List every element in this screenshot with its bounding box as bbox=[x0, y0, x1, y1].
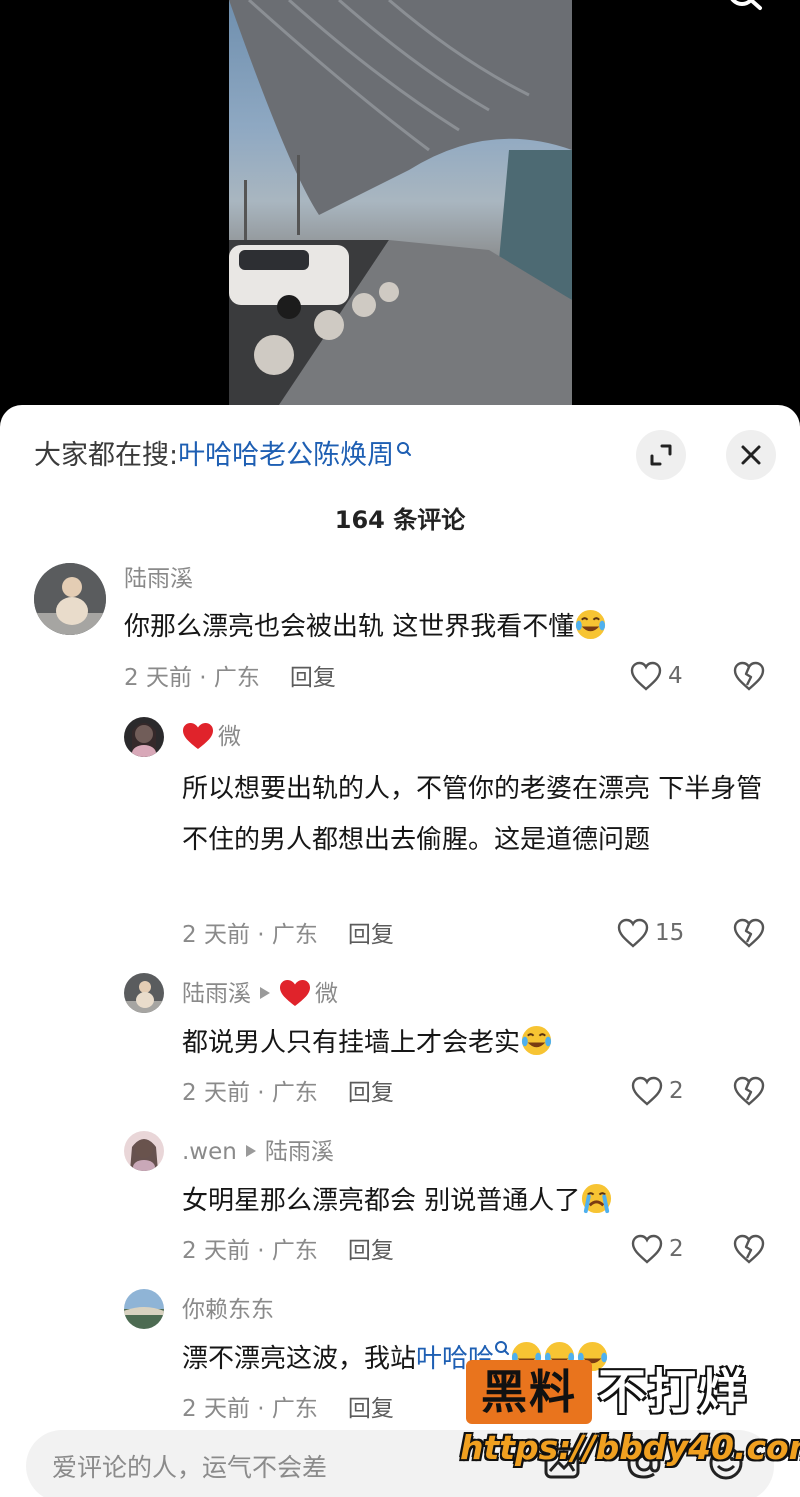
comment-text-body: 你那么漂亮也会被出轨 这世界我看不懂 bbox=[124, 612, 575, 642]
watermark-badge: 黑料 bbox=[466, 1360, 592, 1424]
crying-emoji bbox=[582, 1183, 612, 1214]
search-icon bbox=[397, 442, 412, 456]
comment-count: 164 条评论 bbox=[334, 506, 466, 534]
expand-icon bbox=[650, 444, 672, 466]
comment-username[interactable]: 微 bbox=[182, 721, 241, 753]
heart-icon bbox=[617, 918, 649, 948]
comment-text: 女明星那么漂亮都会 别说普通人了 bbox=[182, 1176, 772, 1227]
red-heart-icon bbox=[183, 722, 213, 749]
comment-meta: 2 天前 · 广东 回复 bbox=[124, 662, 336, 694]
reply-arrow-icon bbox=[260, 986, 270, 999]
comment-text-body: 都说男人只有挂墙上才会老实 bbox=[182, 1028, 521, 1058]
close-icon bbox=[741, 445, 761, 465]
avatar-image bbox=[124, 1131, 164, 1171]
comment-text: 都说男人只有挂墙上才会老实 bbox=[182, 1018, 772, 1069]
search-icon[interactable] bbox=[722, 0, 770, 12]
trending-label: 大家都在搜: bbox=[34, 440, 179, 471]
laugh-cry-emoji bbox=[576, 609, 606, 640]
trending-search[interactable]: 大家都在搜:叶哈哈老公陈焕周 bbox=[34, 438, 412, 474]
comment-username[interactable]: 你赖东东 bbox=[182, 1294, 274, 1326]
broken-heart-icon[interactable] bbox=[733, 1076, 765, 1106]
video-frame bbox=[229, 0, 572, 420]
heart-icon bbox=[631, 1234, 663, 1264]
like-button[interactable]: 2 bbox=[631, 1076, 684, 1106]
like-count: 4 bbox=[668, 663, 683, 689]
comment-sheet: 大家都在搜:叶哈哈老公陈焕周 164 条评论 陆雨溪 你那么漂亮也会被出轨 这世… bbox=[0, 405, 800, 1497]
avatar[interactable] bbox=[124, 973, 164, 1013]
like-count: 15 bbox=[655, 920, 685, 946]
avatar-image bbox=[124, 717, 164, 757]
avatar-image bbox=[124, 1289, 164, 1329]
avatar[interactable] bbox=[124, 1131, 164, 1171]
comment-meta: 2 天前 · 广东 回复 bbox=[182, 1235, 394, 1267]
like-button[interactable]: 4 bbox=[630, 661, 683, 691]
username-text: 微 bbox=[218, 724, 241, 750]
like-count: 2 bbox=[669, 1236, 684, 1262]
comment-text-body: 女明星那么漂亮都会 别说普通人了 bbox=[182, 1186, 581, 1216]
trending-query-link[interactable]: 叶哈哈老公陈焕周 bbox=[178, 440, 394, 471]
video-player[interactable] bbox=[0, 0, 800, 420]
reply-button[interactable]: 回复 bbox=[348, 1396, 394, 1422]
comment-time-location: 2 天前 · 广东 bbox=[182, 1396, 318, 1422]
comment-text-body: 漂不漂亮这波，我站 bbox=[182, 1344, 417, 1374]
username-text: .wen bbox=[182, 1139, 237, 1165]
broken-heart-icon[interactable] bbox=[733, 1234, 765, 1264]
airport-terminal-video-image bbox=[229, 0, 572, 420]
comment-meta: 2 天前 · 广东 回复 bbox=[182, 919, 394, 951]
watermark: 黑料 不打烊 https://bbdy40.com bbox=[460, 1360, 800, 1485]
close-button[interactable] bbox=[726, 430, 776, 480]
comment-text: 你那么漂亮也会被出轨 这世界我看不懂 bbox=[124, 602, 744, 653]
reply-button[interactable]: 回复 bbox=[348, 922, 394, 948]
reply-arrow-icon bbox=[245, 1144, 256, 1157]
comment-username[interactable]: .wen 陆雨溪 bbox=[182, 1136, 334, 1168]
reply-to-username: 陆雨溪 bbox=[264, 1139, 334, 1165]
comment-time-location: 2 天前 · 广东 bbox=[182, 1238, 318, 1264]
username-text: 陆雨溪 bbox=[182, 981, 251, 1007]
red-heart-icon bbox=[280, 979, 310, 1006]
heart-icon bbox=[631, 1076, 663, 1106]
avatar[interactable] bbox=[34, 563, 106, 635]
broken-heart-icon[interactable] bbox=[733, 918, 765, 948]
avatar[interactable] bbox=[124, 1289, 164, 1329]
reply-button[interactable]: 回复 bbox=[348, 1238, 394, 1264]
like-button[interactable]: 2 bbox=[631, 1234, 684, 1264]
like-count: 2 bbox=[669, 1078, 684, 1104]
reply-to-username: 微 bbox=[315, 981, 338, 1007]
avatar-image bbox=[34, 563, 106, 635]
expand-button[interactable] bbox=[636, 430, 686, 480]
search-icon bbox=[495, 1341, 510, 1355]
comment-username[interactable]: 陆雨溪 bbox=[124, 563, 193, 595]
comment-time-location: 2 天前 · 广东 bbox=[182, 1080, 318, 1106]
avatar-image bbox=[124, 973, 164, 1013]
watermark-url: https://bbdy40.com bbox=[460, 1428, 800, 1467]
broken-heart-icon[interactable] bbox=[733, 661, 765, 691]
comment-time-location: 2 天前 · 广东 bbox=[124, 665, 260, 691]
comment-meta: 2 天前 · 广东 回复 bbox=[182, 1077, 394, 1109]
comment-username[interactable]: 陆雨溪 微 bbox=[182, 978, 338, 1010]
heart-icon bbox=[630, 661, 662, 691]
like-button[interactable]: 15 bbox=[617, 918, 684, 948]
comment-input-placeholder: 爱评论的人，运气不会差 bbox=[52, 1453, 328, 1482]
laugh-cry-emoji bbox=[521, 1025, 552, 1056]
comment-text: 所以想要出轨的人，不管你的老婆在漂亮 下半身管不住的男人都想出去偷腥。这是道德问… bbox=[182, 774, 763, 855]
sheet-header: 大家都在搜:叶哈哈老公陈焕周 bbox=[0, 405, 800, 505]
comment-time-location: 2 天前 · 广东 bbox=[182, 922, 318, 948]
reply-button[interactable]: 回复 bbox=[290, 665, 336, 691]
watermark-text: 不打烊 bbox=[598, 1364, 749, 1420]
reply-button[interactable]: 回复 bbox=[348, 1080, 394, 1106]
avatar[interactable] bbox=[124, 717, 164, 757]
